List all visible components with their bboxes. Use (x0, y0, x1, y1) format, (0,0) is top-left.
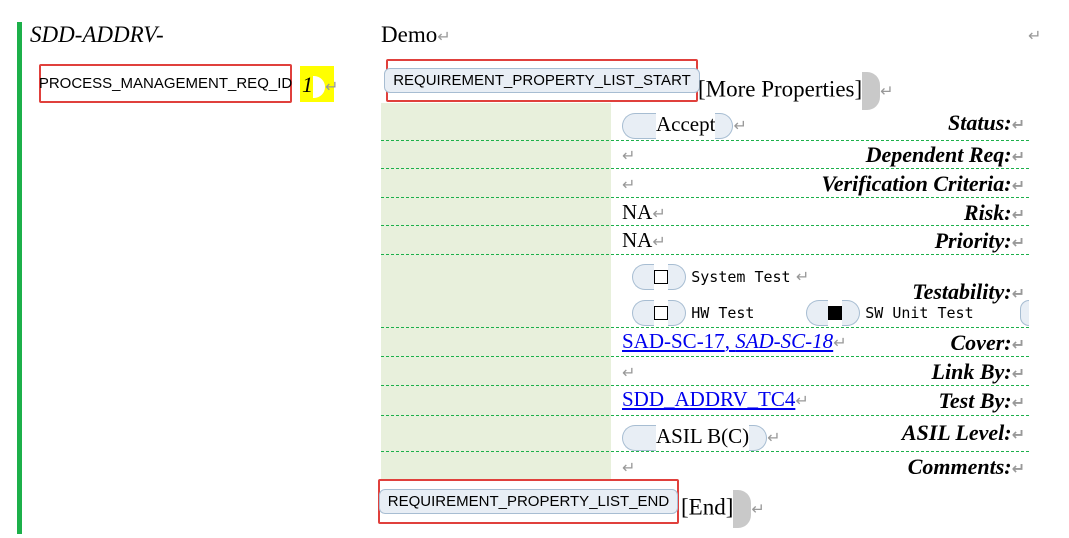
end-label[interactable]: [End] ↵ (681, 490, 765, 528)
row-asil-level: ASIL Level:↵ ASIL B(C) ↵ (381, 416, 1029, 452)
cover-link-sad-sc-18[interactable]: SAD-SC-18 (735, 329, 833, 353)
verification-criteria-field[interactable]: ↵ (622, 171, 635, 196)
risk-field[interactable]: NA↵ (622, 200, 666, 225)
row-testability: Testability:↵ System Test ↵ HW Test SW U… (381, 255, 1029, 328)
row-test-by: Test By:↵ SDD_ADDRV_TC4↵ (381, 386, 1029, 416)
row-priority: Priority:↵ NA↵ (381, 226, 1029, 255)
hw-test-checkbox[interactable] (654, 306, 668, 321)
testability-system-test[interactable]: System Test ↵ (632, 263, 809, 291)
cover-link-sad-sc-17[interactable]: SAD-SC-17 (622, 329, 725, 353)
cover-field: SAD-SC-17, SAD-SC-18↵ (622, 329, 847, 353)
requirement-marker-bar (17, 22, 22, 534)
row-dependent-req: Dependent Req:↵ ↵ (381, 141, 1029, 169)
sw-unit-test-checkbox[interactable] (828, 306, 842, 321)
row-link-by: Link By:↵ ↵ (381, 357, 1029, 386)
process-management-tag[interactable]: PROCESS_MANAGEMENT_REQ_ID (39, 64, 292, 103)
priority-field[interactable]: NA↵ (622, 228, 666, 253)
test-by-link[interactable]: SDD_ADDRV_TC4 (622, 387, 795, 411)
test-by-field: SDD_ADDRV_TC4↵ (622, 387, 809, 411)
row-status: Status:↵ Accept ↵ (381, 103, 1029, 141)
testability-sw-unit-test[interactable]: SW Unit Test (806, 299, 974, 327)
row-verification-criteria: Verification Criteria:↵ ↵ (381, 169, 1029, 198)
paragraph-mark: ↵ (1028, 26, 1042, 45)
requirement-title[interactable]: Demo↵ (381, 22, 451, 48)
system-test-checkbox[interactable] (654, 270, 668, 285)
comments-field[interactable]: ↵ (622, 454, 635, 479)
link-by-field[interactable]: ↵ (622, 359, 635, 384)
property-table: Status:↵ Accept ↵ Dependent Req:↵ ↵ Verif… (381, 103, 1029, 479)
testability-more-bracket (1020, 299, 1029, 327)
testability-hw-test[interactable]: HW Test (632, 299, 754, 327)
pm-value[interactable]: 1 ↵ (302, 72, 338, 98)
property-list-start-tag[interactable]: REQUIREMENT_PROPERTY_LIST_START (384, 59, 700, 102)
status-field[interactable]: Accept ↵ (622, 112, 747, 140)
row-comments: Comments:↵ ↵ (622, 454, 1025, 479)
property-list-end-tag[interactable]: REQUIREMENT_PROPERTY_LIST_END (378, 479, 679, 524)
dependent-req-field[interactable]: ↵ (622, 142, 635, 167)
requirement-id: SDD-ADDRV- (30, 22, 164, 47)
asil-level-field[interactable]: ASIL B(C) ↵ (622, 424, 781, 452)
row-cover: Cover:↵ SAD-SC-17, SAD-SC-18↵ (381, 328, 1029, 357)
row-risk: Risk:↵ NA↵ (381, 198, 1029, 226)
